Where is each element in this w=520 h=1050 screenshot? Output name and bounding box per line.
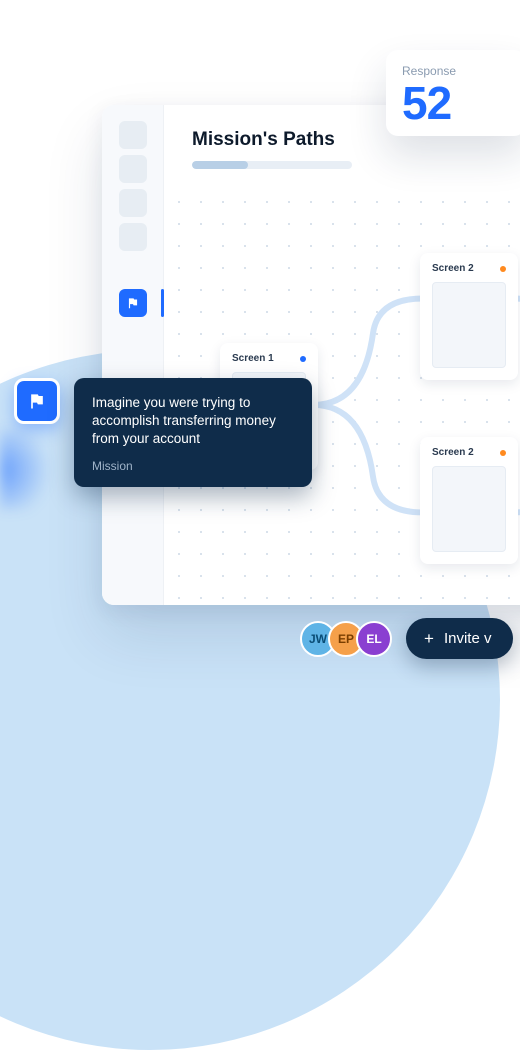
mission-text: Imagine you were trying to accomplish tr… (92, 394, 294, 449)
flag-icon (126, 296, 140, 310)
node-thumbnail (432, 282, 506, 368)
response-card: Response 52 (386, 50, 520, 136)
sidebar-item-flag[interactable] (119, 289, 147, 317)
sidebar-item-4[interactable] (119, 223, 147, 251)
response-label: Response (402, 64, 510, 78)
plus-icon: + (424, 630, 434, 647)
flag-icon (27, 391, 47, 411)
sidebar (102, 105, 164, 605)
node-thumbnail (432, 466, 506, 552)
bottom-bar: JW EP EL + Invite v (300, 618, 513, 659)
avatar-group: JW EP EL (300, 621, 392, 657)
node-screen-2a[interactable]: Screen 2 (420, 253, 518, 380)
progress-track (192, 161, 352, 169)
node-label: Screen 2 (432, 447, 474, 458)
mission-flag-box[interactable] (14, 378, 60, 424)
invite-label: Invite v (444, 630, 492, 647)
main-card: Mission's Paths Screen 1 Screen 2 (102, 105, 520, 605)
progress-fill (192, 161, 248, 169)
invite-button[interactable]: + Invite v (406, 618, 513, 659)
mission-label: Mission (92, 459, 294, 473)
mission-tooltip: Imagine you were trying to accomplish tr… (14, 378, 312, 487)
node-label: Screen 2 (432, 263, 474, 274)
node-screen-2b[interactable]: Screen 2 (420, 437, 518, 564)
avatar[interactable]: EL (356, 621, 392, 657)
status-dot-blue (300, 356, 306, 362)
sidebar-item-2[interactable] (119, 155, 147, 183)
mission-bubble: Imagine you were trying to accomplish tr… (74, 378, 312, 487)
response-value: 52 (402, 80, 510, 126)
canvas-area: Mission's Paths Screen 1 Screen 2 (164, 105, 520, 605)
sidebar-item-1[interactable] (119, 121, 147, 149)
status-dot-orange (500, 450, 506, 456)
status-dot-orange (500, 266, 506, 272)
node-label: Screen 1 (232, 353, 274, 364)
sidebar-item-3[interactable] (119, 189, 147, 217)
